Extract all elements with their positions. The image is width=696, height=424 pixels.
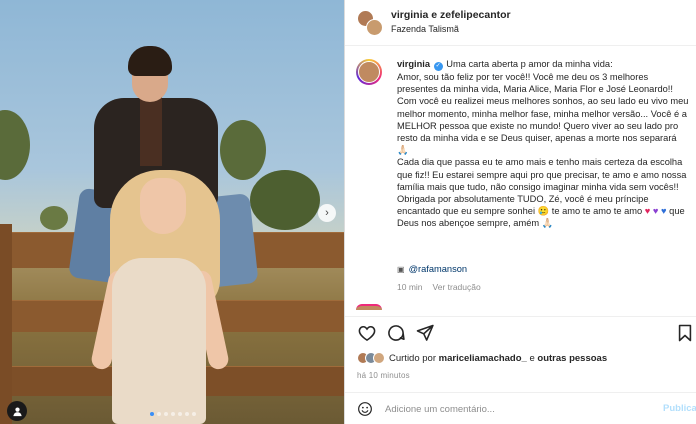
caption-scroll-area[interactable]: virginia ✓ Uma carta aberta p amor da mi… (345, 52, 696, 306)
share-icon[interactable] (415, 323, 435, 343)
action-bar (345, 316, 696, 346)
post-timestamp: há 10 minutos (357, 371, 410, 380)
red-heart-icon: ♥ (644, 206, 651, 217)
user-tag-icon (12, 407, 22, 416)
purple-heart-icon: ♥ (652, 206, 659, 217)
liked-by-prefix: Curtido por (389, 352, 436, 364)
caption-author-avatar[interactable] (356, 59, 382, 85)
caption-mention: ▣ @rafamanson (397, 264, 467, 274)
carousel-dots (150, 412, 196, 416)
carousel-next-button[interactable]: › (318, 204, 336, 222)
liked-by-joiner: e (529, 352, 535, 364)
caption-line: Uma carta aberta p amor da minha vida: (446, 59, 613, 69)
liked-by-user[interactable]: mariceliamachado_ (439, 353, 527, 364)
carousel-dot (178, 412, 182, 416)
post-sidebar: virginia e zefelipecantor Fazenda Talism… (344, 0, 696, 424)
carousel-dot (171, 412, 175, 416)
bookmark-icon[interactable] (675, 323, 695, 343)
camera-icon: ▣ (397, 264, 405, 274)
collab-avatars[interactable] (357, 10, 383, 36)
comment-icon[interactable] (386, 323, 406, 343)
likes-summary[interactable]: Curtido por mariceliamachado_ e outras p… (357, 352, 607, 364)
carousel-dot (157, 412, 161, 416)
carousel-dot (192, 412, 196, 416)
comment-composer: Publica (345, 392, 696, 424)
publish-button[interactable]: Publica (663, 403, 696, 414)
emoji-icon[interactable] (357, 401, 373, 417)
post-photo[interactable]: › (0, 0, 344, 424)
avatar (366, 19, 383, 36)
post-location[interactable]: Fazenda Talismã (391, 24, 459, 34)
avatar (373, 352, 385, 364)
caption-username[interactable]: virginia (397, 59, 430, 69)
post-author-names[interactable]: virginia e zefelipecantor (391, 9, 511, 21)
carousel-dot (150, 412, 154, 416)
post-header: virginia e zefelipecantor Fazenda Talism… (345, 0, 696, 46)
caption-line: Cada dia que passa eu te amo mais e tenh… (397, 157, 687, 217)
carousel-dot (164, 412, 168, 416)
caption-time: 10 min (397, 282, 423, 292)
next-comment-avatar (356, 304, 382, 310)
translate-link[interactable]: Ver tradução (433, 282, 481, 292)
verified-badge-icon: ✓ (433, 62, 443, 71)
chevron-right-icon: › (325, 207, 329, 219)
instagram-post-modal: › virginia e zefelipecantor Fazenda Tali… (0, 0, 696, 424)
heart-icon[interactable] (357, 323, 377, 343)
mention-link[interactable]: @rafamanson (409, 264, 468, 274)
liked-by-others[interactable]: outras pessoas (537, 353, 607, 364)
carousel-dot (185, 412, 189, 416)
comment-input[interactable] (385, 400, 645, 418)
blue-heart-icon: ♥ (661, 206, 667, 217)
caption-line: Amor, sou tão feliz por ter você!! Você … (397, 72, 689, 156)
caption-text: virginia ✓ Uma carta aberta p amor da mi… (397, 58, 689, 230)
caption-meta: 10 min Ver tradução (397, 282, 481, 292)
user-tag-button[interactable] (7, 401, 27, 421)
